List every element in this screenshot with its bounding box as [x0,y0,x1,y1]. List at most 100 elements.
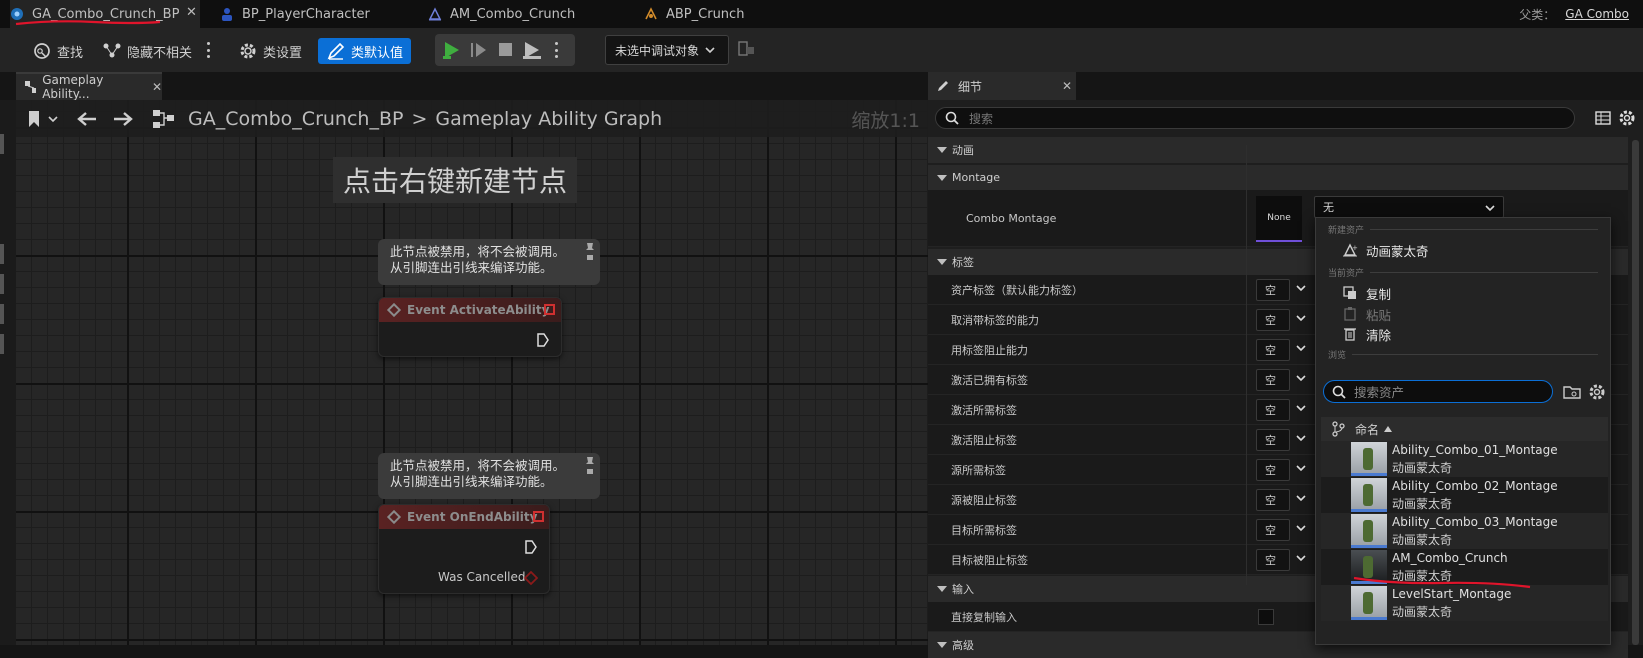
montage-thumbnail[interactable]: None [1256,196,1302,242]
chevron-down-icon[interactable] [1296,434,1306,442]
graph-icon [25,81,37,93]
chevron-down-icon[interactable] [1296,284,1306,292]
asset-type: 动画蒙太奇 [1392,461,1453,475]
tag-row-value[interactable]: 空 [1256,279,1290,301]
section-new-asset: 新建资产 [1328,223,1598,236]
hide-unrelated-button[interactable]: 隐藏不相关 [102,38,192,64]
tab-label: BP_PlayerCharacter [242,6,370,22]
eject-icon[interactable] [521,40,543,60]
chevron-down-icon[interactable] [48,115,58,123]
tag-row-value[interactable]: 空 [1256,429,1290,451]
zoom-level: 缩放1:1 [851,110,920,132]
play-options-icon[interactable] [555,42,559,58]
close-tab-icon[interactable]: ✕ [186,5,197,20]
table-view-icon[interactable] [1595,110,1611,126]
blueprint-toolbar: 查找 隐藏不相关 类设置 类默认值 未选中调试对象 [0,28,1643,72]
node-title: Event OnEndAbility [407,510,538,524]
category-label: 动画 [952,144,974,157]
step-icon[interactable] [469,40,489,60]
chevron-down-icon[interactable] [1296,374,1306,382]
breadcrumb-graph[interactable]: Gameplay Ability Graph [435,108,662,130]
exec-pin-icon[interactable] [536,332,550,348]
details-search-input[interactable]: 搜索 [935,107,1575,129]
tag-row-value[interactable]: 空 [1256,549,1290,571]
chevron-down-icon[interactable] [1296,524,1306,532]
gear-icon[interactable] [1588,383,1606,401]
tab-abp-crunch[interactable]: ABP_Crunch [644,0,744,28]
pin-marker [0,274,4,294]
asset-row[interactable]: Ability_Combo_03_Montage 动画蒙太奇 [1321,513,1608,549]
pin-icon[interactable] [584,455,596,479]
category-animation[interactable]: 动画 [928,137,1628,163]
direct-input-checkbox[interactable] [1258,609,1274,625]
asset-row[interactable]: Ability_Combo_01_Montage 动画蒙太奇 [1321,441,1608,477]
tab-am-combo-crunch[interactable]: AM_Combo_Crunch [428,0,575,28]
chevron-down-icon[interactable] [1296,344,1306,352]
close-tab-icon[interactable]: ✕ [152,80,162,94]
asset-thumbnail [1351,442,1387,476]
debug-filter-icon[interactable] [738,40,756,58]
class-settings-button[interactable]: 类设置 [238,38,302,64]
tag-row-value[interactable]: 空 [1256,339,1290,361]
column-splitter[interactable] [1246,145,1247,585]
asset-row[interactable]: LevelStart_Montage 动画蒙太奇 [1321,585,1608,621]
section-browse: 浏览 [1328,348,1598,361]
forward-arrow-icon[interactable] [112,111,134,127]
clear-item[interactable]: 清除 [1342,325,1391,343]
paste-item[interactable]: 粘贴 [1342,305,1391,323]
exec-pin-icon[interactable] [524,539,538,555]
search-placeholder: 搜索 [969,111,994,126]
hide-unrelated-icon [103,43,121,58]
close-tab-icon[interactable]: ✕ [1062,79,1072,93]
tag-row-value[interactable]: 空 [1256,519,1290,541]
breadcrumb-root[interactable]: GA_Combo_Crunch_BP [188,108,403,130]
new-montage-item[interactable]: + 动画蒙太奇 [1342,241,1429,259]
chevron-down-icon[interactable] [1296,494,1306,502]
graph-tab[interactable]: Gameplay Ability... ✕ [16,72,162,101]
chevron-down-icon[interactable] [1296,554,1306,562]
tag-row-label: 资产标签（默认能力标签） [951,283,1083,297]
chevron-down-icon[interactable] [1296,314,1306,322]
back-arrow-icon[interactable] [76,111,98,127]
more-options-icon[interactable] [207,42,211,58]
column-name-header[interactable]: 命名 [1355,421,1379,438]
copy-item[interactable]: 复制 [1342,284,1391,302]
class-defaults-button[interactable]: 类默认值 [318,38,412,64]
graph-breadcrumb-bar: GA_Combo_Crunch_BP > Gameplay Ability Gr… [16,100,928,137]
tag-row-value[interactable]: 空 [1256,459,1290,481]
gear-icon[interactable] [1618,109,1636,127]
bool-pin-icon[interactable] [524,571,538,585]
browse-folder-icon[interactable] [1563,384,1581,400]
bookmark-icon[interactable] [26,109,44,129]
asset-row[interactable]: Ability_Combo_02_Montage 动画蒙太奇 [1321,477,1608,513]
find-button[interactable]: 查找 [32,38,83,64]
tag-row-value[interactable]: 空 [1256,489,1290,511]
source-control-icon[interactable] [1331,421,1345,437]
tag-row-value[interactable]: 空 [1256,369,1290,391]
play-icon[interactable] [441,40,463,60]
debug-object-dropdown[interactable]: 未选中调试对象 [605,35,729,65]
details-scrollbar[interactable] [1632,140,1639,645]
category-montage[interactable]: Montage [928,164,1628,190]
search-icon [1332,385,1346,399]
event-activate-ability-node[interactable]: Event ActivateAbility [378,297,562,357]
clear-label: 清除 [1366,327,1392,343]
tag-row-value[interactable]: 空 [1256,399,1290,421]
event-on-end-ability-node[interactable]: Event OnEndAbility Was Cancelled [378,504,550,594]
combo-montage-picker[interactable]: 无 [1314,196,1504,218]
class-defaults-label: 类默认值 [351,45,404,61]
tag-row-label: 源所需标签 [951,463,1006,477]
tag-row-value[interactable]: 空 [1256,309,1290,331]
tag-row-label: 目标所需标签 [951,523,1017,537]
tab-label: ABP_Crunch [666,6,745,22]
details-tab-label: 细节 [958,79,983,94]
details-tab[interactable]: 细节 ✕ [928,72,1076,100]
stop-icon[interactable] [497,41,515,59]
chevron-down-icon[interactable] [1296,464,1306,472]
tab-bp-playercharacter[interactable]: BP_PlayerCharacter [220,0,370,28]
pin-icon[interactable] [584,241,596,265]
chevron-down-icon[interactable] [1296,404,1306,412]
parent-class-link[interactable]: GA Combo [1565,7,1629,21]
asset-search-input[interactable]: 搜索资产 [1323,380,1553,403]
trash-icon [1344,328,1356,341]
